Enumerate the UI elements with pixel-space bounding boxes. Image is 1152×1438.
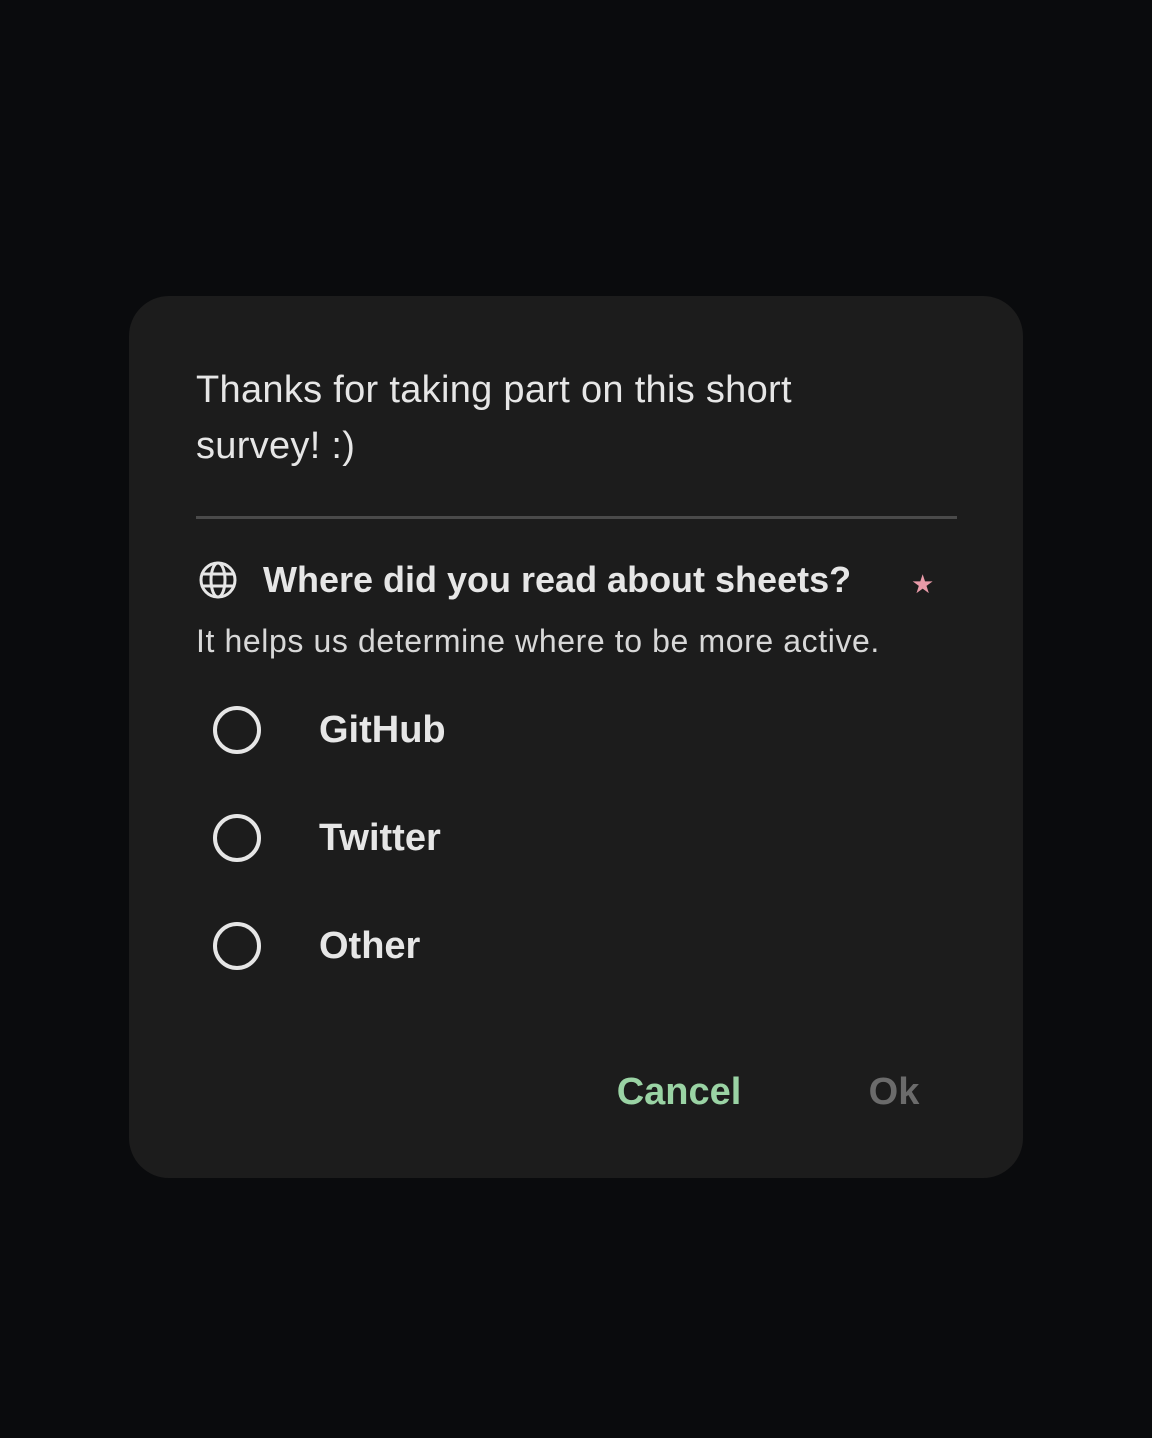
option-twitter[interactable]: Twitter xyxy=(209,807,909,915)
cancel-button[interactable]: Cancel xyxy=(599,1064,759,1120)
globe-icon xyxy=(199,561,237,599)
survey-dialog: Thanks for taking part on this short sur… xyxy=(129,296,1023,1178)
ok-button[interactable]: Ok xyxy=(854,1064,934,1120)
question-hint: It helps us determine where to be more a… xyxy=(196,623,880,659)
required-star-icon: ★ xyxy=(911,569,935,599)
divider xyxy=(196,516,957,519)
radio-button[interactable] xyxy=(213,814,261,862)
option-other[interactable]: Other xyxy=(209,915,909,1023)
radio-button[interactable] xyxy=(213,922,261,970)
option-label: GitHub xyxy=(319,709,446,751)
option-github[interactable]: GitHub xyxy=(209,699,909,807)
options-list: GitHub Twitter Other xyxy=(209,699,909,1023)
option-label: Twitter xyxy=(319,817,441,859)
radio-button[interactable] xyxy=(213,706,261,754)
option-label: Other xyxy=(319,925,421,967)
question-header: Where did you read about sheets? ★ xyxy=(196,552,957,612)
dialog-title: Thanks for taking part on this short sur… xyxy=(196,369,792,467)
question-text: Where did you read about sheets? xyxy=(263,559,852,600)
